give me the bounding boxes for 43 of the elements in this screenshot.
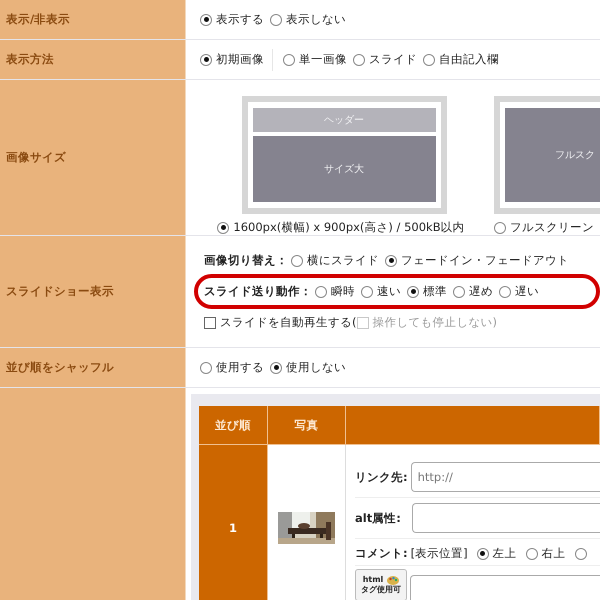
preview-block: サイズ大 — [252, 136, 436, 202]
position-label: [表示位置] — [410, 546, 468, 561]
radio-option[interactable]: フェードイン・フェードアウト — [385, 253, 569, 268]
column-header: 並び順 — [215, 418, 251, 432]
field-label: alt属性: — [355, 510, 402, 526]
radio-option[interactable]: 使用する — [200, 360, 264, 375]
radio-option[interactable]: 表示する — [200, 12, 264, 27]
radio-option[interactable]: スライド — [353, 52, 417, 67]
palette-icon — [387, 576, 400, 585]
option-label: 画像切り替え： — [204, 253, 288, 268]
radio-option[interactable]: 遅い — [499, 284, 539, 299]
row-label: スライドショー表示 — [0, 236, 186, 347]
row-label: 画像サイズ — [0, 80, 186, 235]
column-header: 写真 — [294, 418, 318, 432]
preview-block: ヘッダー — [252, 108, 436, 132]
row-label: 表示方法 — [0, 40, 186, 79]
radio-option[interactable]: 横にスライド — [291, 253, 379, 268]
radio-option[interactable]: 自由記入欄 — [423, 52, 499, 67]
link-field[interactable]: http:// — [410, 462, 600, 492]
radio-option[interactable]: 表示しない — [270, 12, 346, 27]
radio-option[interactable]: 標準 — [407, 284, 447, 299]
radio-option[interactable]: 左上 — [476, 546, 517, 561]
radio-option[interactable]: 初期画像 — [200, 52, 264, 67]
preview-block: フルスク — [505, 108, 600, 202]
radio-option[interactable]: 瞬時 — [315, 284, 355, 299]
radio-option[interactable]: 1600px(横幅) x 900px(高さ) / 500kB以内 — [217, 220, 465, 235]
radio-option[interactable]: 単一画像 — [283, 52, 347, 67]
radio-option[interactable]: フルスクリーン — [494, 220, 594, 235]
radio-option[interactable]: 使用しない — [270, 360, 346, 375]
radio-option[interactable]: 右上 — [526, 546, 566, 561]
field-label: コメント: — [355, 546, 408, 561]
radio-option[interactable] — [574, 548, 587, 560]
row-label: 表示/非表示 — [0, 0, 186, 39]
row-number: 1 — [228, 520, 237, 534]
row-label: 並び順をシャッフル — [0, 348, 186, 387]
field-label: リンク先: — [355, 470, 408, 484]
option-label: スライド送り動作： — [204, 284, 312, 299]
comment-field[interactable] — [410, 575, 600, 600]
html-badge: html タグ使用可 — [355, 569, 407, 600]
checkbox-option[interactable]: スライドを自動再生する( — [204, 315, 356, 330]
alt-field[interactable] — [412, 503, 600, 533]
radio-option[interactable]: 遅め — [453, 284, 493, 299]
radio-option[interactable]: 速い — [361, 284, 401, 299]
